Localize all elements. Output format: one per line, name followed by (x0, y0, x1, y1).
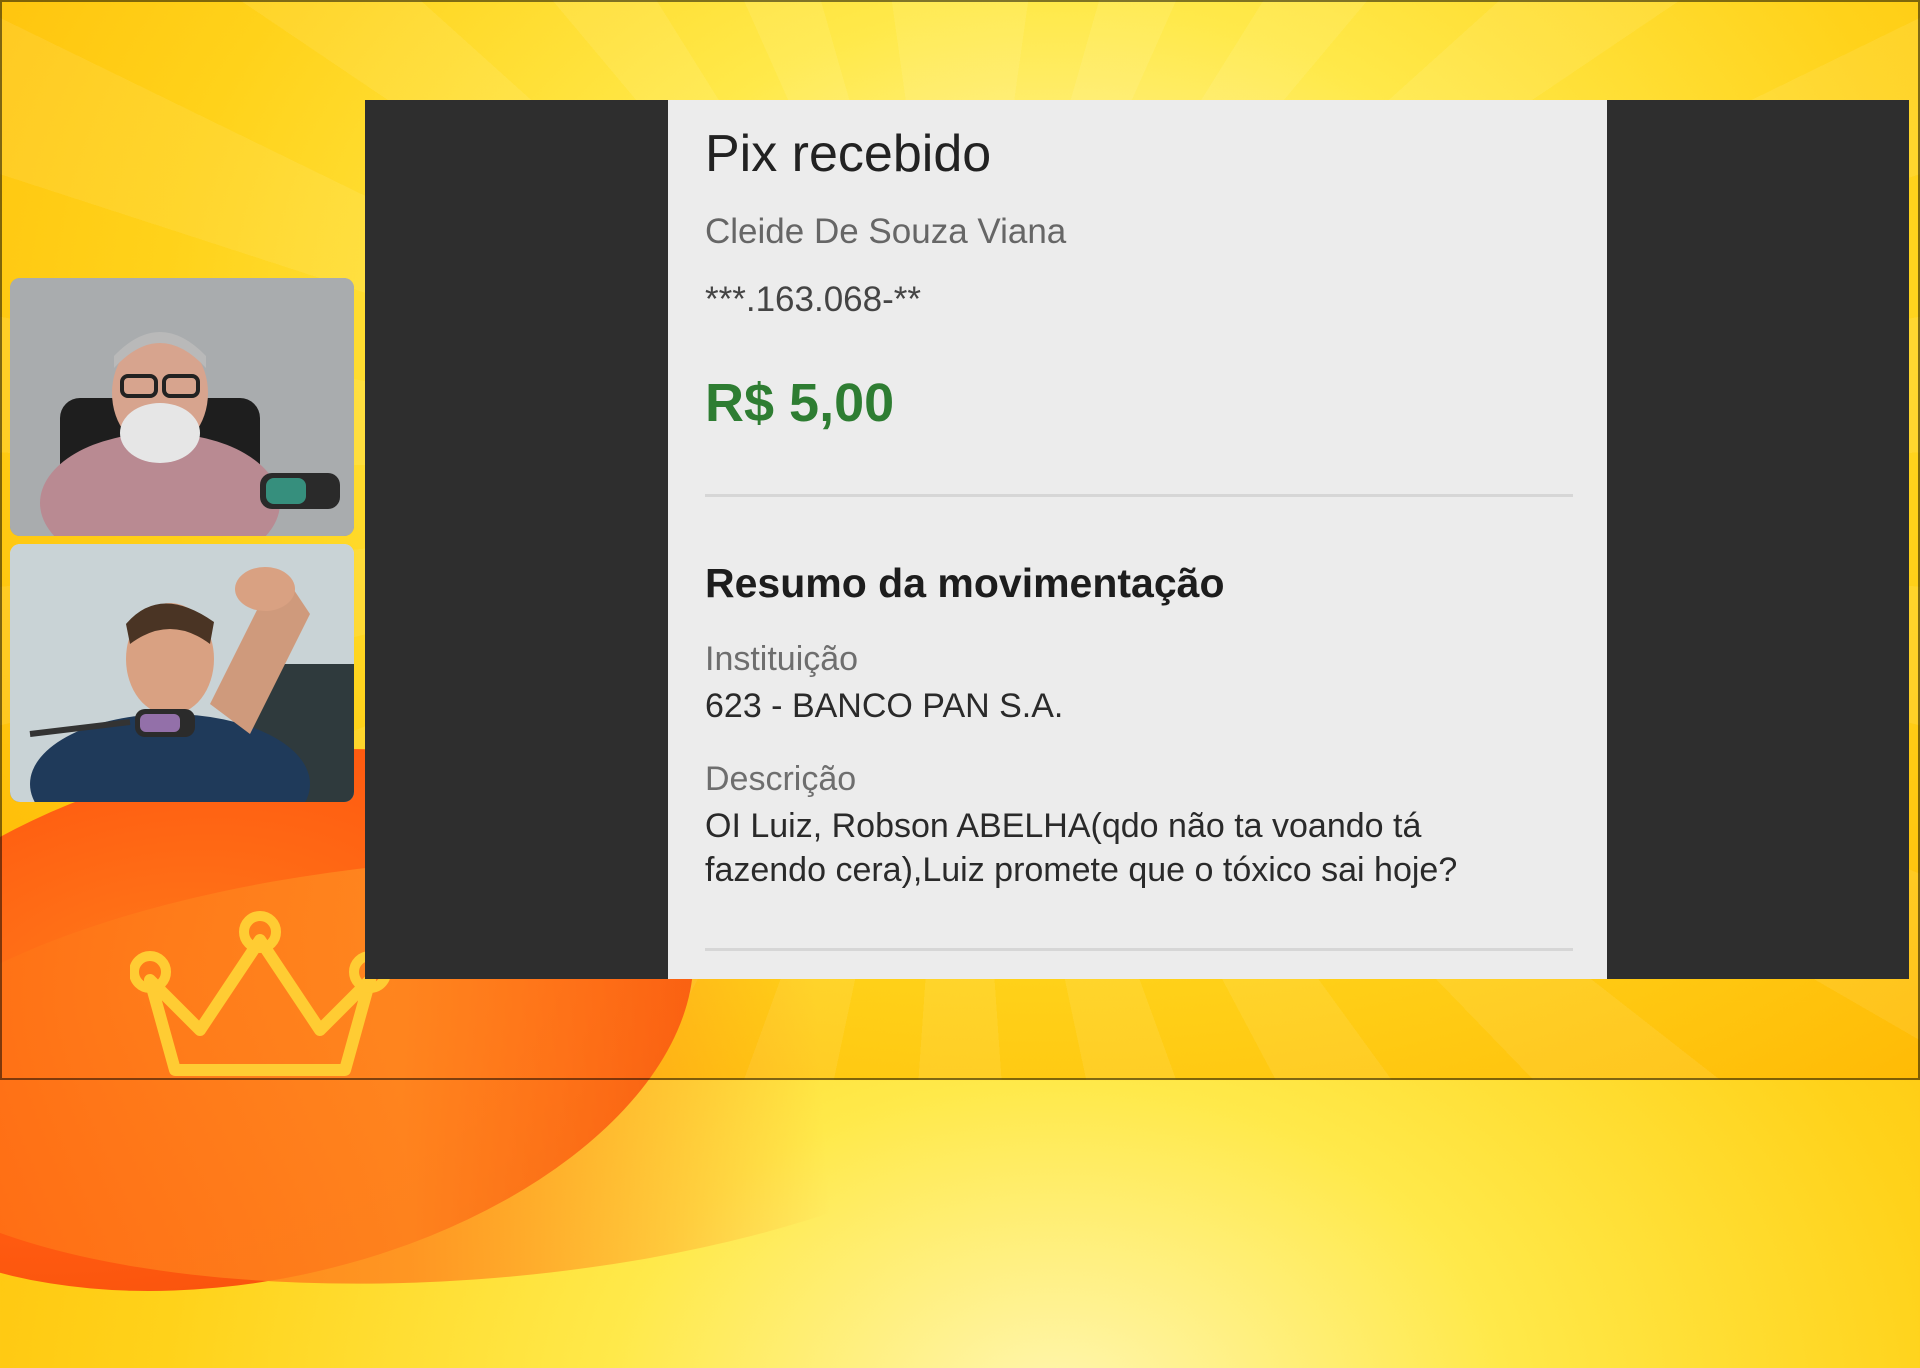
webcam-host-1 (10, 278, 354, 536)
summary-title: Resumo da movimentação (705, 560, 1225, 606)
shared-screen: Pix recebido Cleide De Souza Viana ***.1… (365, 100, 1909, 979)
institution-value: 623 - BANCO PAN S.A. (705, 687, 1064, 725)
description-line-1: OI Luiz, Robson ABELHA(qdo não ta voando… (705, 807, 1422, 845)
webcam-host-2 (10, 544, 354, 802)
payer-name: Cleide De Souza Viana (705, 212, 1067, 251)
pix-receipt-card: Pix recebido Cleide De Souza Viana ***.1… (668, 100, 1607, 979)
crown-icon (130, 911, 390, 1076)
webcam-host-1-image (10, 278, 354, 536)
institution-label: Instituição (705, 640, 859, 678)
payer-document: ***.163.068-** (705, 280, 921, 319)
webcam-host-2-image (10, 544, 354, 802)
amount-value: R$ 5,00 (705, 373, 895, 433)
divider-top (705, 494, 1573, 497)
description-label: Descrição (705, 760, 857, 798)
divider-bottom (705, 948, 1573, 951)
description-line-2: fazendo cera),Luiz promete que o tóxico … (705, 851, 1458, 889)
receipt-title: Pix recebido (705, 125, 992, 183)
